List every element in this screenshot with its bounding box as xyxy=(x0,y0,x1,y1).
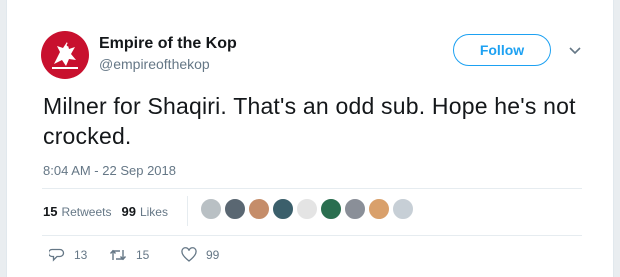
liker-avatar[interactable] xyxy=(272,198,294,220)
retweets-stat[interactable]: 15 Retweets xyxy=(43,204,112,219)
likes-stat[interactable]: 99 Likes xyxy=(122,204,168,219)
liverbird-logo-icon xyxy=(41,31,89,79)
reply-button[interactable]: 13 xyxy=(49,247,109,263)
tweet-card: Empire of the Kop @empireofthekop Follow… xyxy=(6,0,614,277)
retweets-count: 15 xyxy=(43,204,58,219)
retweets-label: Retweets xyxy=(61,205,112,219)
liker-avatar[interactable] xyxy=(200,198,222,220)
liker-avatar[interactable] xyxy=(344,198,366,220)
account-avatar[interactable] xyxy=(40,30,90,80)
liker-avatars xyxy=(200,198,416,220)
liker-avatar[interactable] xyxy=(248,198,270,220)
chevron-down-icon[interactable] xyxy=(568,44,582,58)
account-name[interactable]: Empire of the Kop xyxy=(99,35,237,53)
reply-count: 13 xyxy=(74,248,88,262)
liker-avatar[interactable] xyxy=(296,198,318,220)
divider xyxy=(42,235,582,236)
engagement-stats: 15 Retweets 99 Likes xyxy=(43,204,178,219)
like-button[interactable]: 99 xyxy=(181,247,219,263)
divider xyxy=(42,188,582,189)
tweet-actions: 13 15 99 xyxy=(49,247,219,263)
retweet-count: 15 xyxy=(136,248,150,262)
follow-button[interactable]: Follow xyxy=(453,34,551,66)
retweet-icon xyxy=(109,249,127,261)
heart-icon xyxy=(181,247,197,262)
tweet-timestamp[interactable]: 8:04 AM - 22 Sep 2018 xyxy=(43,163,176,178)
liker-avatar[interactable] xyxy=(224,198,246,220)
retweet-button[interactable]: 15 xyxy=(109,247,181,263)
account-handle[interactable]: @empireofthekop xyxy=(99,56,210,72)
tweet-text: Milner for Shaqiri. That's an odd sub. H… xyxy=(43,93,576,149)
likes-count: 99 xyxy=(121,204,136,219)
liker-avatar[interactable] xyxy=(368,198,390,220)
like-count: 99 xyxy=(206,248,220,262)
liker-avatar[interactable] xyxy=(320,198,342,220)
liker-avatar[interactable] xyxy=(392,198,414,220)
reply-icon xyxy=(49,248,65,262)
likes-label: Likes xyxy=(139,205,168,219)
stats-separator xyxy=(187,196,188,226)
